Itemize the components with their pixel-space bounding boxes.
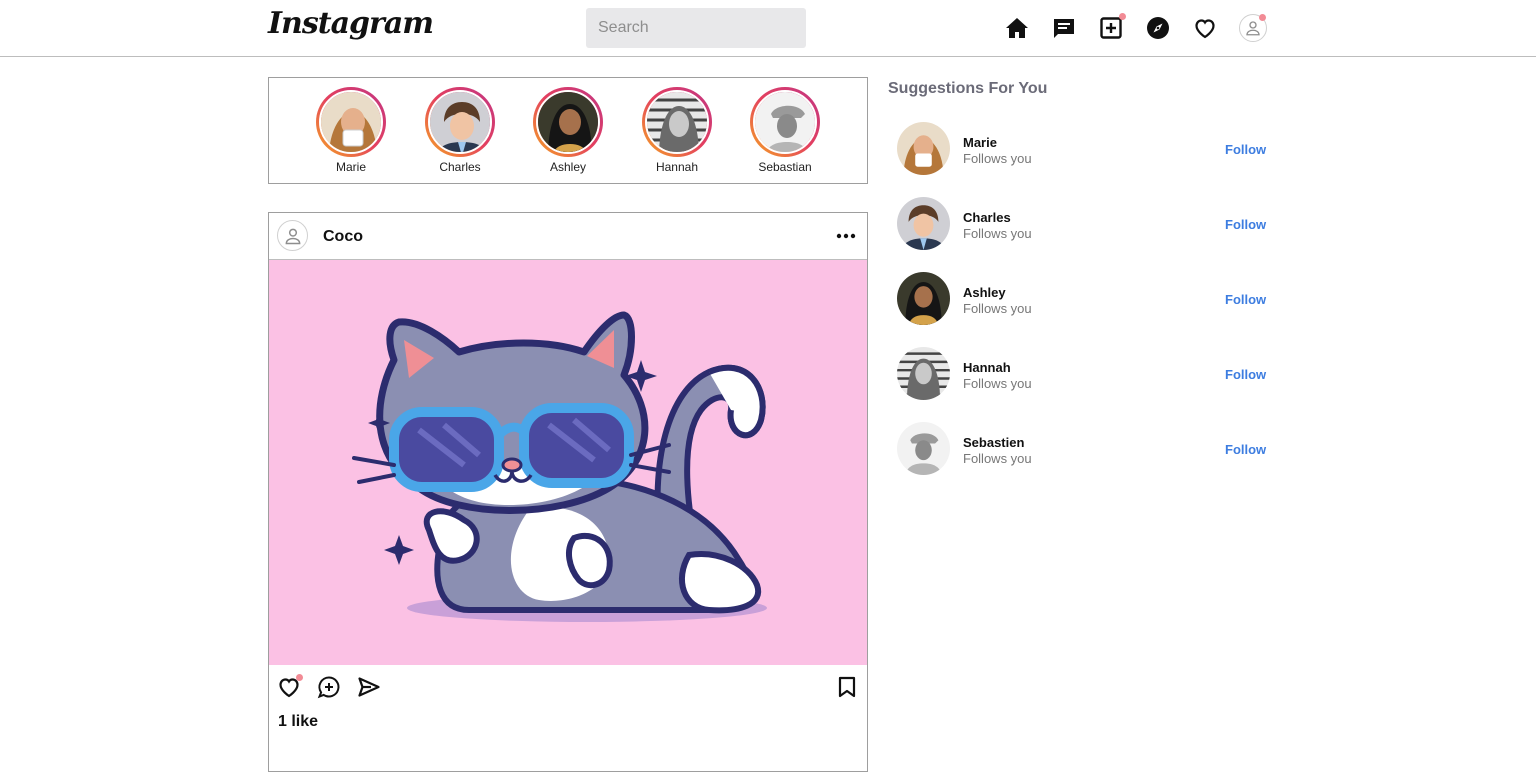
like-count: 1 like <box>278 713 319 730</box>
story-item[interactable]: Marie <box>306 87 396 174</box>
more-options-icon[interactable] <box>835 225 857 247</box>
post-image[interactable] <box>269 260 867 665</box>
avatar[interactable] <box>897 422 950 475</box>
suggestion-subtext: Follows you <box>963 451 1032 466</box>
suggestion-username[interactable]: Charles <box>963 210 1011 225</box>
story-name: Hannah <box>655 160 699 174</box>
avatar <box>753 90 817 154</box>
suggestion-item: Charles Follows you Follow <box>897 197 1269 251</box>
suggestion-subtext: Follows you <box>963 301 1032 316</box>
suggestion-username[interactable]: Ashley <box>963 285 1006 300</box>
story-name: Marie <box>335 160 366 174</box>
suggestion-item: Hannah Follows you Follow <box>897 347 1269 401</box>
follow-button[interactable]: Follow <box>1225 442 1266 457</box>
comment-icon[interactable] <box>317 675 341 699</box>
suggestion-item: Ashley Follows you Follow <box>897 272 1269 326</box>
avatar <box>645 90 709 154</box>
story-name: Sebastian <box>758 160 812 174</box>
story-name: Ashley <box>549 160 587 174</box>
new-post-icon[interactable] <box>1098 13 1126 41</box>
notification-dot <box>1259 14 1266 21</box>
story-ring <box>750 87 820 157</box>
stories-bar: Marie Charles Ashley Hannah Sebastian <box>268 77 868 184</box>
bookmark-icon[interactable] <box>835 675 859 699</box>
follow-button[interactable]: Follow <box>1225 367 1266 382</box>
story-item[interactable]: Sebastian <box>740 87 830 174</box>
avatar[interactable] <box>897 122 950 175</box>
top-navbar: Instagram <box>0 0 1536 57</box>
story-item[interactable]: Ashley <box>523 87 613 174</box>
suggestion-subtext: Follows you <box>963 376 1032 391</box>
avatar[interactable] <box>277 220 308 251</box>
share-send-icon[interactable] <box>357 675 381 699</box>
avatar <box>428 90 492 154</box>
story-item[interactable]: Hannah <box>632 87 722 174</box>
cat-illustration <box>269 260 867 665</box>
explore-icon[interactable] <box>1145 15 1171 41</box>
instagram-logo[interactable]: Instagram <box>268 6 434 41</box>
notification-dot <box>1119 13 1126 20</box>
avatar[interactable] <box>897 272 950 325</box>
story-name: Charles <box>439 160 481 174</box>
suggestion-subtext: Follows you <box>963 226 1032 241</box>
avatar[interactable] <box>897 347 950 400</box>
messages-icon[interactable] <box>1051 15 1077 41</box>
search-input[interactable] <box>586 8 806 48</box>
activity-heart-icon[interactable] <box>1192 15 1218 41</box>
follow-button[interactable]: Follow <box>1225 217 1266 232</box>
follow-button[interactable]: Follow <box>1225 292 1266 307</box>
profile-icon[interactable] <box>1239 14 1267 42</box>
suggestion-username[interactable]: Marie <box>963 135 997 150</box>
home-icon[interactable] <box>1004 15 1030 41</box>
avatar <box>319 90 383 154</box>
story-ring <box>425 87 495 157</box>
post-card: Coco 1 like <box>268 212 868 772</box>
post-username[interactable]: Coco <box>323 228 363 246</box>
post-header: Coco <box>269 213 867 260</box>
suggestion-username[interactable]: Hannah <box>963 360 1011 375</box>
story-ring <box>642 87 712 157</box>
like-heart-icon[interactable] <box>277 674 303 699</box>
story-item[interactable]: Charles <box>415 87 505 174</box>
suggestion-item: Marie Follows you Follow <box>897 122 1269 176</box>
follow-button[interactable]: Follow <box>1225 142 1266 157</box>
suggestion-subtext: Follows you <box>963 151 1032 166</box>
story-ring <box>533 87 603 157</box>
suggestion-item: Sebastien Follows you Follow <box>897 422 1269 476</box>
post-actions <box>269 665 867 710</box>
suggestions-title: Suggestions For You <box>888 80 1048 97</box>
notification-dot <box>296 674 303 681</box>
avatar <box>536 90 600 154</box>
story-ring <box>316 87 386 157</box>
suggestion-username[interactable]: Sebastien <box>963 435 1024 450</box>
avatar[interactable] <box>897 197 950 250</box>
